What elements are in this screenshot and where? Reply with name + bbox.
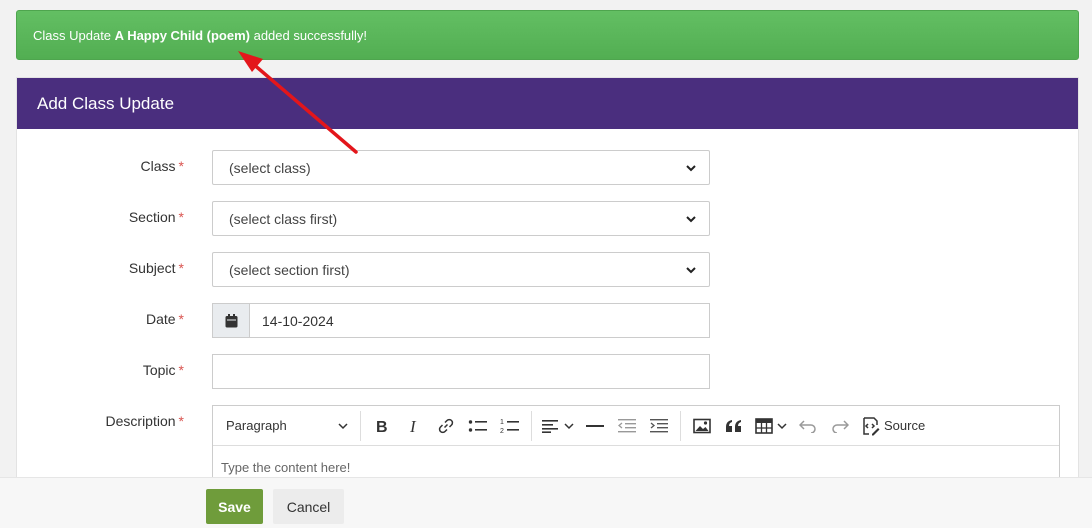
bold-icon[interactable]: B	[367, 411, 397, 441]
panel-header: Add Class Update	[17, 78, 1078, 129]
section-label: Section *	[128, 209, 184, 225]
source-button[interactable]: Source	[857, 411, 929, 441]
svg-text:B: B	[376, 419, 388, 434]
table-dropdown[interactable]	[751, 411, 791, 441]
numbered-list-icon[interactable]: 12	[495, 411, 525, 441]
outdent-icon[interactable]	[612, 411, 642, 441]
alert-item-name: A Happy Child (poem)	[114, 27, 250, 43]
blockquote-icon[interactable]	[719, 411, 749, 441]
table-icon	[755, 417, 773, 434]
undo-icon[interactable]	[793, 411, 823, 441]
description-label: Description *	[105, 413, 184, 429]
date-field[interactable]: 14-10-2024	[212, 303, 710, 338]
success-alert: Class Update A Happy Child (poem) added …	[16, 10, 1079, 60]
paragraph-dropdown[interactable]: Paragraph	[220, 411, 354, 441]
chevron-down-icon	[686, 266, 696, 273]
chevron-down-icon	[686, 215, 696, 222]
italic-icon[interactable]: I	[399, 411, 429, 441]
panel-title: Add Class Update	[37, 93, 175, 113]
topic-label: Topic *	[142, 362, 184, 378]
alert-suffix: added successfully!	[253, 27, 368, 43]
redo-icon[interactable]	[825, 411, 855, 441]
topic-input[interactable]	[212, 354, 710, 389]
align-dropdown[interactable]	[538, 411, 578, 441]
align-left-icon	[542, 419, 558, 433]
date-input[interactable]: 14-10-2024	[250, 304, 709, 337]
section-select[interactable]: (select class first)	[212, 201, 710, 236]
save-button[interactable]: Save	[206, 489, 263, 524]
date-label: Date *	[145, 311, 184, 327]
bulleted-list-icon[interactable]	[463, 411, 493, 441]
chevron-down-icon	[564, 422, 574, 429]
editor-toolbar: Paragraph B I 12 Source	[213, 406, 1059, 446]
calendar-icon[interactable]	[213, 304, 250, 337]
add-class-update-panel: Add Class Update Class * (select class) S…	[16, 77, 1079, 528]
form-footer: Save Cancel	[0, 477, 1092, 528]
cancel-button[interactable]: Cancel	[273, 489, 344, 524]
svg-text:2: 2	[500, 428, 504, 435]
link-icon[interactable]	[431, 411, 461, 441]
alert-prefix: Class Update	[33, 27, 112, 43]
indent-icon[interactable]	[644, 411, 674, 441]
svg-text:I: I	[409, 418, 417, 434]
subject-label: Subject *	[128, 260, 184, 276]
chevron-down-icon	[338, 422, 348, 429]
image-icon[interactable]	[687, 411, 717, 441]
subject-select[interactable]: (select section first)	[212, 252, 710, 287]
horizontal-line-icon[interactable]	[580, 411, 610, 441]
chevron-down-icon	[777, 422, 787, 429]
class-label: Class *	[140, 158, 184, 174]
source-icon	[863, 416, 880, 435]
class-select[interactable]: (select class)	[212, 150, 710, 185]
svg-text:1: 1	[500, 419, 504, 426]
chevron-down-icon	[686, 164, 696, 171]
